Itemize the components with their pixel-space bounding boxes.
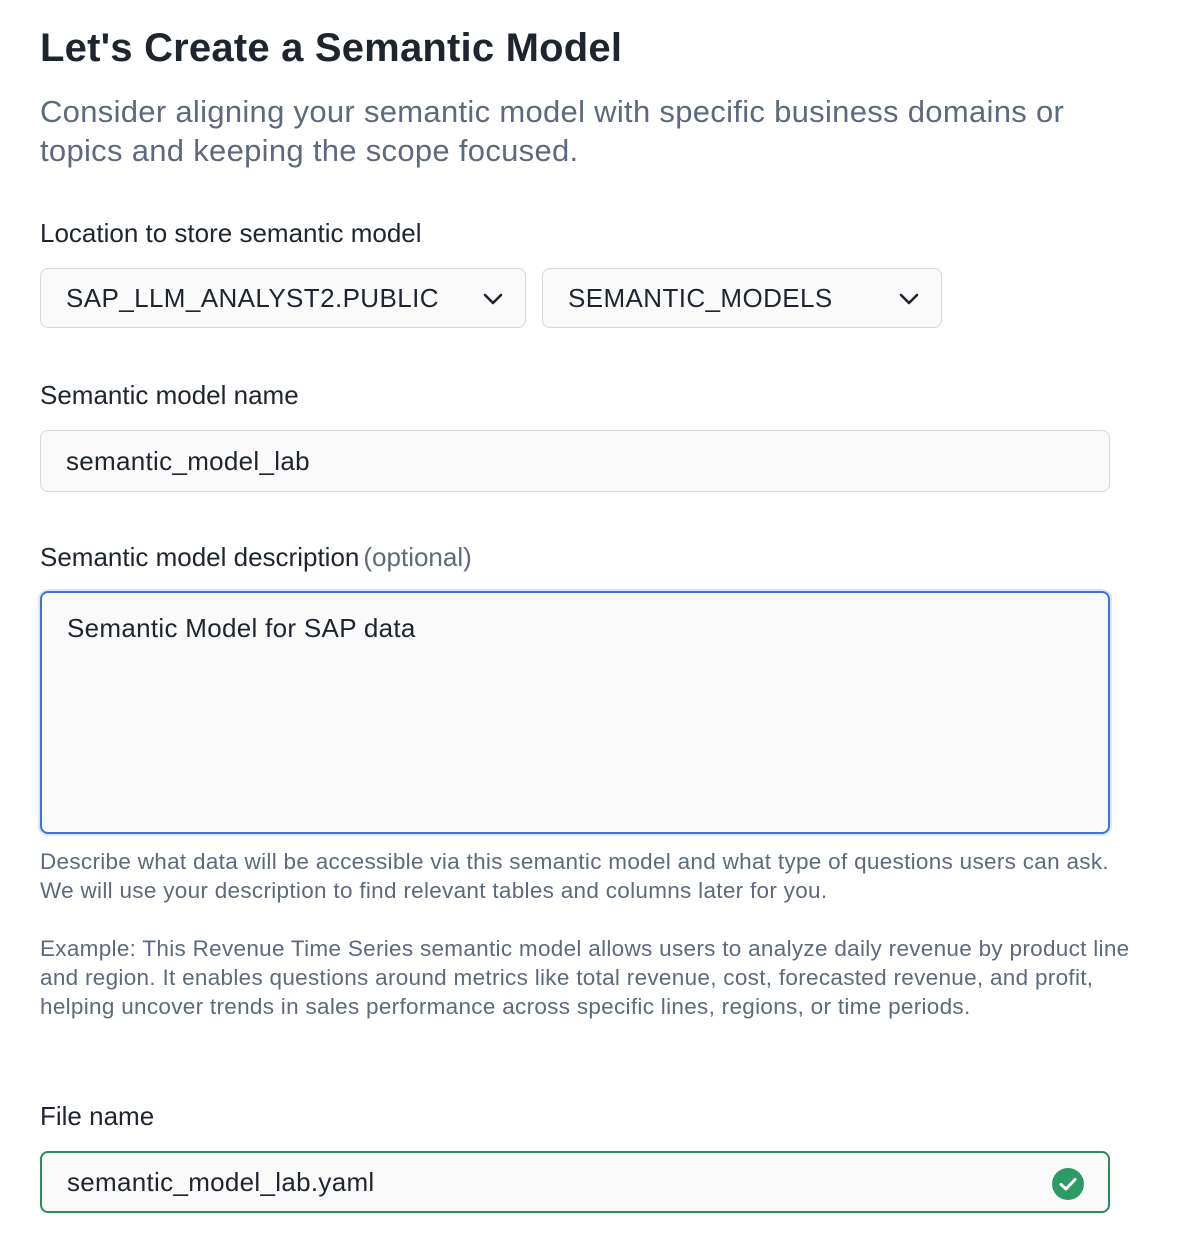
description-label: Semantic model description (optional)	[40, 542, 472, 573]
model-name-label: Semantic model name	[40, 380, 299, 410]
file-name-value: semantic_model_lab.yaml	[67, 1167, 375, 1197]
description-help-text: Describe what data will be accessible vi…	[40, 849, 1109, 903]
create-semantic-model-form: Let's Create a Semantic Model Consider a…	[0, 0, 1188, 1260]
check-circle-icon	[1052, 1168, 1084, 1200]
chevron-down-icon	[899, 293, 919, 305]
model-name-input[interactable]: semantic_model_lab	[40, 430, 1110, 492]
file-name-input[interactable]: semantic_model_lab.yaml	[40, 1151, 1110, 1213]
file-name-label: File name	[40, 1101, 155, 1131]
chevron-down-icon	[483, 293, 503, 305]
location-label: Location to store semantic model	[40, 218, 422, 248]
schema-select[interactable]: SAP_LLM_ANALYST2.PUBLIC	[40, 268, 526, 328]
model-name-value: semantic_model_lab	[66, 446, 310, 476]
description-example-text: Example: This Revenue Time Series semant…	[40, 936, 1130, 1019]
stage-select[interactable]: SEMANTIC_MODELS	[542, 268, 942, 328]
schema-select-value: SAP_LLM_ANALYST2.PUBLIC	[66, 283, 439, 313]
page-title: Let's Create a Semantic Model	[40, 26, 623, 70]
stage-select-value: SEMANTIC_MODELS	[568, 283, 833, 313]
page-subtitle: Consider aligning your semantic model wi…	[40, 94, 1065, 168]
optional-tag: (optional)	[363, 542, 472, 572]
description-value: Semantic Model for SAP data	[67, 613, 416, 643]
description-label-text: Semantic model description	[40, 542, 360, 572]
description-textarea[interactable]: Semantic Model for SAP data	[40, 591, 1110, 834]
